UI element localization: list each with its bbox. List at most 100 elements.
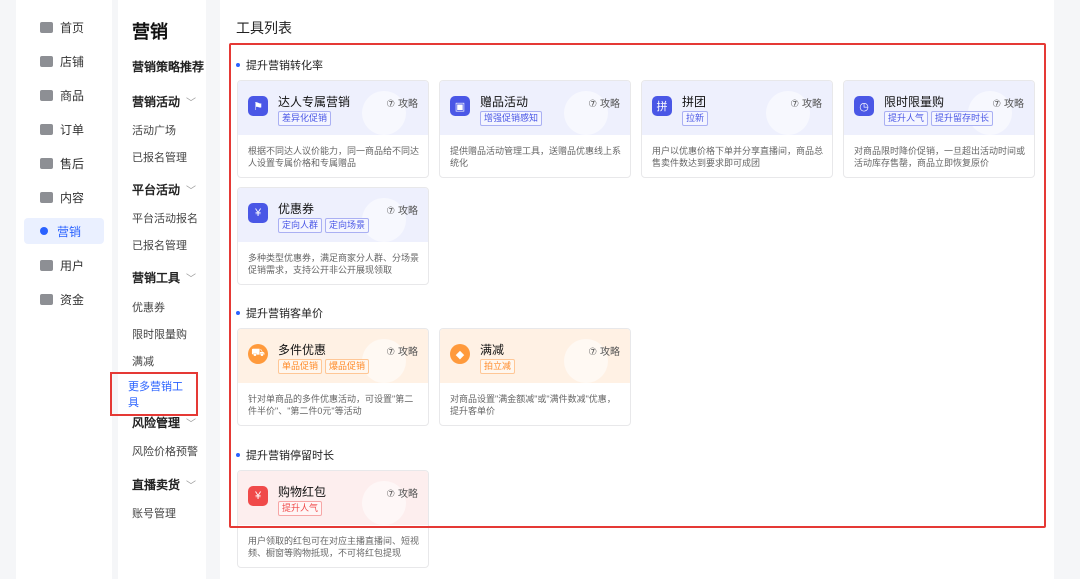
sidebar-link-activity-square[interactable]: 活动广场 (132, 122, 176, 138)
section-title-order-value: 提升营销客单价 (236, 305, 323, 321)
primary-nav: 首页 店铺 商品 订单 售后 内容 营销 用户 资金 (16, 0, 112, 579)
tool-card-influencer[interactable]: ⚑ 达人专属营销 ⑦ 攻略 差异化促销 根据不同达人议价能力，同一商品给不同达人… (237, 80, 429, 178)
card-tags: 拍立减 (480, 359, 516, 374)
nav-item-label: 首页 (60, 20, 85, 35)
guide-link[interactable]: ⑦ 攻略 (386, 202, 418, 217)
timer-bag-icon: ◷ (854, 96, 874, 116)
card-description: 对商品设置"满金额减"或"满件数减"优惠，提升客单价 (450, 394, 616, 416)
nav-item-wallet[interactable]: 资金 (16, 286, 112, 312)
sidebar-group-marketing-activity[interactable]: 营销活动 ﹀ (132, 93, 196, 110)
card-tags: 单品促销 爆品促销 (278, 359, 370, 374)
guide-link[interactable]: ⑦ 攻略 (386, 343, 418, 358)
flag-icon: ⚑ (248, 96, 268, 116)
sidebar-group-live-selling[interactable]: 直播卖货 ﹀ (132, 476, 196, 493)
tool-card-full-reduction[interactable]: ◆ 满减 ⑦ 攻略 拍立减 对商品设置"满金额减"或"满件数减"优惠，提升客单价 (439, 328, 631, 426)
nav-item-label: 店铺 (60, 54, 85, 69)
guide-link[interactable]: ⑦ 攻略 (992, 95, 1024, 110)
card-name: 多件优惠 (278, 343, 327, 357)
tag: 提升人气 (278, 501, 323, 516)
sidebar-title: 营销 (132, 22, 168, 42)
sidebar-group-risk[interactable]: 风险管理 ﹀ (132, 414, 196, 431)
tool-card-group-buy[interactable]: 拼 拼团 ⑦ 攻略 拉新 用户以优惠价格下单并分享直播间，商品总售卖件数达到要求… (641, 80, 833, 178)
after-sales-icon (40, 157, 53, 169)
tag: 提升留存时长 (931, 111, 994, 126)
red-packet-icon: ¥ (248, 486, 268, 506)
gift-icon: ▣ (450, 96, 470, 116)
tag: 定向场景 (325, 218, 370, 233)
sidebar-item-strategy[interactable]: 营销策略推荐 (132, 58, 204, 75)
nav-item-product[interactable]: 商品 (16, 82, 112, 108)
page-title: 工具列表 (236, 20, 292, 36)
sidebar-group-marketing-tools[interactable]: 营销工具 ﹀ (132, 269, 196, 286)
guide-link[interactable]: ⑦ 攻略 (386, 485, 418, 500)
user-icon (40, 259, 53, 271)
tag: 提升人气 (884, 111, 929, 126)
sidebar-group-label: 营销活动 (132, 95, 181, 109)
order-icon (40, 123, 53, 135)
guide-link[interactable]: ⑦ 攻略 (588, 95, 620, 110)
bullet-dot-icon (236, 453, 240, 457)
nav-item-content[interactable]: 内容 (16, 184, 112, 210)
card-tags: 提升人气 (278, 501, 323, 516)
shop-icon (40, 55, 53, 67)
wallet-icon (40, 293, 53, 305)
card-name: 限时限量购 (884, 95, 945, 109)
card-name: 满减 (480, 343, 505, 357)
discount-tag-icon: ◆ (450, 344, 470, 364)
sidebar-link-platform-signup[interactable]: 平台活动报名 (132, 210, 198, 226)
sidebar-link-flash-sale[interactable]: 限时限量购 (132, 326, 187, 342)
nav-item-user[interactable]: 用户 (16, 252, 112, 278)
tag: 拍立减 (480, 359, 516, 374)
sidebar-link-coupon[interactable]: 优惠券 (132, 299, 165, 315)
marketing-icon (40, 227, 48, 235)
tool-card-gift[interactable]: ▣ 赠品活动 ⑦ 攻略 增强促销感知 提供赠品活动管理工具，送赠品优惠线上系统化 (439, 80, 631, 178)
card-description: 多种类型优惠券，满足商家分人群、分场景促销需求，支持公开非公开展现领取 (248, 253, 420, 275)
guide-link[interactable]: ⑦ 攻略 (588, 343, 620, 358)
tag: 爆品促销 (325, 359, 370, 374)
tag: 单品促销 (278, 359, 323, 374)
tool-list-panel: 工具列表 提升营销转化率 ⚑ 达人专属营销 ⑦ 攻略 差异化促销 根据不同达人议… (220, 0, 1054, 579)
group-buy-icon: 拼 (652, 96, 672, 116)
nav-item-label: 内容 (60, 190, 85, 205)
section-title-conversion: 提升营销转化率 (236, 57, 323, 73)
card-name: 优惠券 (278, 202, 315, 216)
nav-item-label: 商品 (60, 88, 85, 103)
sidebar-group-platform-activity[interactable]: 平台活动 ﹀ (132, 181, 196, 198)
tool-card-coupon[interactable]: ¥ 优惠券 ⑦ 攻略 定向人群 定向场景 多种类型优惠券，满足商家分人群、分场景促… (237, 187, 429, 285)
tag: 拉新 (682, 111, 709, 126)
guide-link[interactable]: ⑦ 攻略 (386, 95, 418, 110)
guide-link[interactable]: ⑦ 攻略 (790, 95, 822, 110)
marketing-sidebar: 营销 营销策略推荐 营销活动 ﹀ 活动广场 已报名管理 平台活动 ﹀ 平台活动报名 … (110, 0, 206, 579)
nav-item-marketing[interactable]: 营销 (24, 218, 104, 244)
sidebar-group-label: 风险管理 (132, 416, 181, 430)
card-description: 根据不同达人议价能力，同一商品给不同达人设置专属价格和专属赠品 (248, 146, 420, 168)
nav-item-label: 营销 (57, 224, 82, 239)
card-description: 用户以优惠价格下单并分享直播间，商品总售卖件数达到要求即可成团 (652, 146, 824, 168)
sidebar-link-account[interactable]: 账号管理 (132, 505, 176, 521)
tool-card-red-packet[interactable]: ¥ 购物红包 ⑦ 攻略 提升人气 用户领取的红包可在对应主播直播间、短视频、橱窗… (237, 470, 429, 568)
tag: 增强促销感知 (480, 111, 543, 126)
section-title-text: 提升营销转化率 (246, 60, 323, 72)
content-icon (40, 191, 53, 203)
nav-item-order[interactable]: 订单 (16, 116, 112, 142)
tool-card-multi-item[interactable]: ⛟ 多件优惠 ⑦ 攻略 单品促销 爆品促销 针对单商品的多件优惠活动，可设置"第二… (237, 328, 429, 426)
chevron-down-icon: ﹀ (186, 481, 197, 492)
sidebar-link-more-tools[interactable]: 更多营销工具 (110, 372, 198, 416)
card-tags: 拉新 (682, 111, 709, 126)
card-description: 对商品限时降价促销，一旦超出活动时间或活动库存售罄，商品立即恢复原价 (854, 146, 1026, 168)
tool-card-flash-sale[interactable]: ◷ 限时限量购 ⑦ 攻略 提升人气 提升留存时长 对商品限时降价促销，一旦超出活动… (843, 80, 1035, 178)
sidebar-link-full-reduction[interactable]: 满减 (132, 353, 154, 369)
sidebar-link-registered[interactable]: 已报名管理 (132, 149, 187, 165)
nav-item-shop[interactable]: 店铺 (16, 48, 112, 74)
card-tags: 差异化促销 (278, 111, 332, 126)
nav-item-home[interactable]: 首页 (16, 14, 112, 40)
section-title-text: 提升营销停留时长 (246, 450, 334, 462)
card-tags: 定向人群 定向场景 (278, 218, 370, 233)
cart-icon: ⛟ (248, 344, 268, 364)
bullet-dot-icon (236, 311, 240, 315)
card-name: 拼团 (682, 95, 707, 109)
nav-item-label: 资金 (60, 292, 85, 307)
nav-item-after-sales[interactable]: 售后 (16, 150, 112, 176)
sidebar-link-risk-price[interactable]: 风险价格预警 (132, 443, 198, 459)
sidebar-link-platform-registered[interactable]: 已报名管理 (132, 237, 187, 253)
